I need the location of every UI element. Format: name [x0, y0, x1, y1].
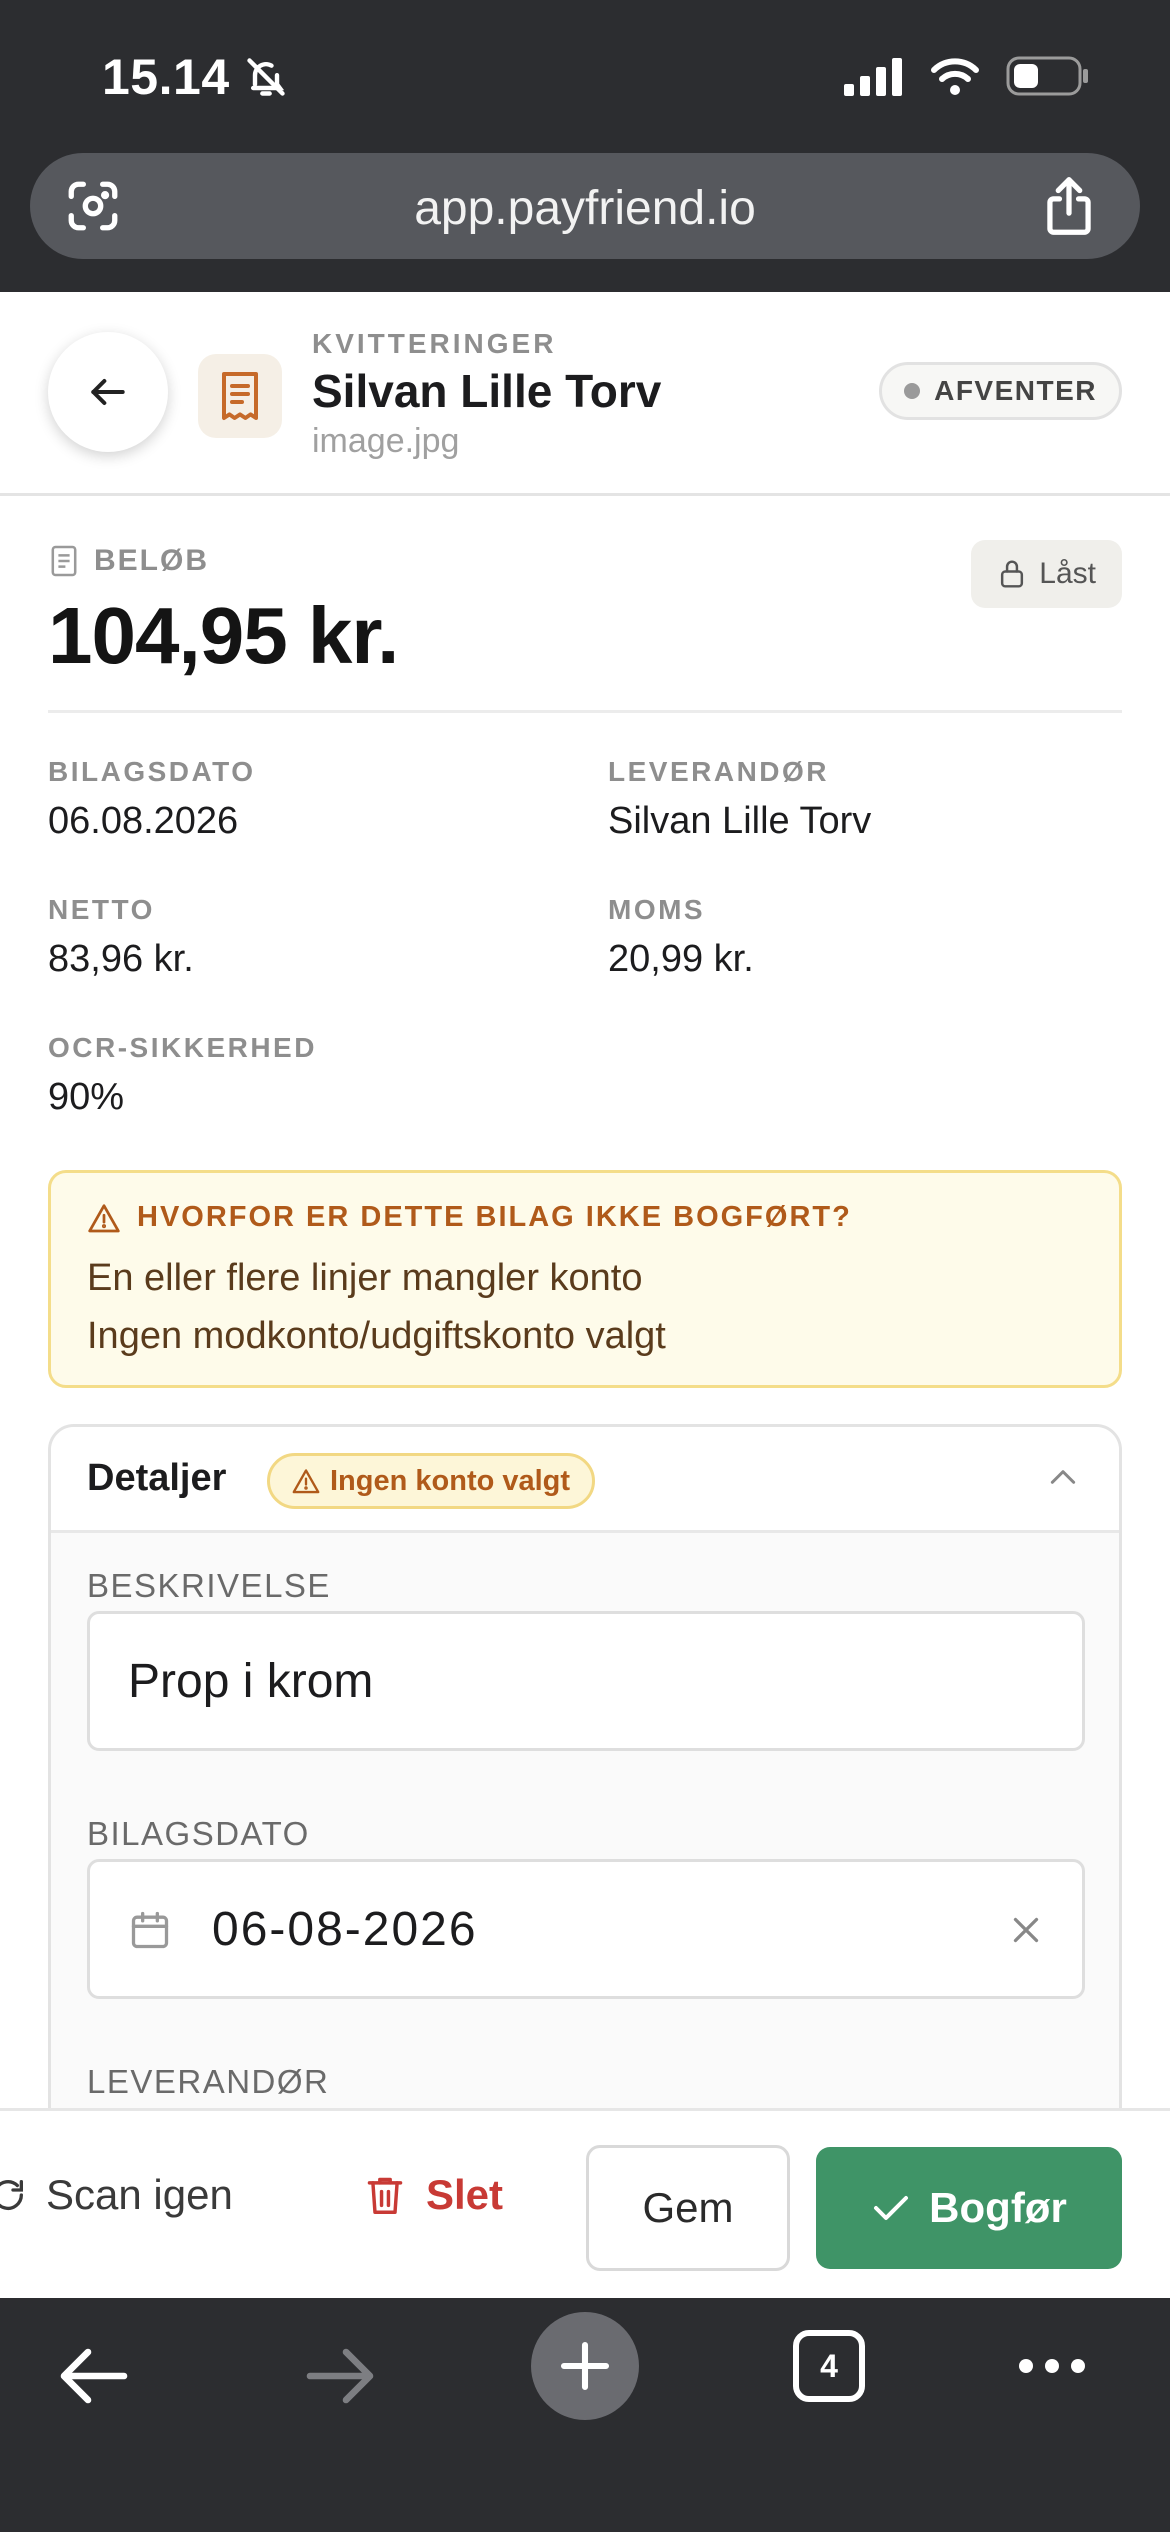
arrow-left-icon: [60, 2348, 128, 2404]
delete-label: Slet: [426, 2171, 504, 2218]
bell-muted-icon: [246, 58, 285, 96]
receipt-icon: [222, 372, 258, 420]
no-account-badge-label: Ingen konto valgt: [330, 1464, 571, 1497]
warning-icon: [292, 1469, 320, 1494]
browser-back-button[interactable]: [58, 2346, 130, 2406]
more-icon: [1019, 2359, 1085, 2373]
field-value-vat: 20,99 kr.: [608, 938, 754, 980]
tabs-button[interactable]: 4: [793, 2330, 865, 2402]
field-label-supplier: LEVERANDØR: [608, 756, 830, 787]
amount-label: BELØB: [50, 544, 209, 578]
save-button[interactable]: Gem: [586, 2145, 790, 2271]
scan-again-button[interactable]: Scan igen: [0, 2171, 233, 2219]
browser-forward-button[interactable]: [304, 2346, 376, 2406]
warning-line: Ingen modkonto/udgiftskonto valgt: [87, 1315, 666, 1357]
field-value-ocr: 90%: [48, 1076, 125, 1118]
lock-icon: [1001, 560, 1024, 588]
action-bar: Scan igen Slet Gem Bogfør: [0, 2108, 1170, 2298]
page-title: Silvan Lille Torv: [312, 365, 662, 417]
tab-count: 4: [793, 2330, 865, 2402]
status-dot: [904, 383, 921, 399]
receipt-icon-badge: [198, 354, 282, 438]
receipt-header: KVITTERINGER Silvan Lille Torv image.jpg…: [0, 292, 1170, 496]
delete-button[interactable]: Slet: [366, 2171, 503, 2219]
url-text[interactable]: app.payfriend.io: [30, 181, 1140, 236]
divider: [48, 710, 1122, 713]
url-bar[interactable]: app.payfriend.io: [30, 153, 1140, 259]
field-label-vat: MOMS: [608, 894, 706, 925]
clear-icon[interactable]: [1008, 1912, 1044, 1953]
date-input[interactable]: 06-08-2026: [87, 1859, 1085, 1999]
description-label: BESKRIVELSE: [87, 1567, 331, 1604]
more-menu-button[interactable]: [1016, 2356, 1088, 2376]
signal-icon: [844, 58, 902, 96]
locked-badge: Låst: [971, 540, 1122, 608]
file-name: image.jpg: [312, 422, 460, 460]
status-badge-label: AFVENTER: [934, 375, 1097, 406]
field-label-date: BILAGSDATO: [48, 756, 256, 787]
description-input[interactable]: Prop i krom: [87, 1611, 1085, 1751]
status-time: 15.14: [102, 48, 288, 106]
scan-again-label: Scan igen: [46, 2171, 233, 2218]
warning-title-text: HVORFOR ER DETTE BILAG IKKE BOGFØRT?: [137, 1201, 852, 1233]
status-icons: [844, 56, 1090, 96]
description-input-value: Prop i krom: [128, 1655, 374, 1708]
status-badge: AFVENTER: [879, 362, 1122, 420]
field-value-net: 83,96 kr.: [48, 938, 194, 980]
arrow-right-icon: [306, 2348, 374, 2404]
share-icon[interactable]: [1040, 175, 1098, 242]
details-header[interactable]: Detaljer Ingen konto valgt: [51, 1427, 1119, 1533]
breadcrumb[interactable]: KVITTERINGER: [312, 328, 556, 360]
browser-toolbar: 4: [0, 2298, 1170, 2532]
field-label-net: NETTO: [48, 894, 155, 925]
check-icon: [874, 2196, 909, 2220]
locked-badge-label: Låst: [1039, 557, 1096, 590]
warning-box: HVORFOR ER DETTE BILAG IKKE BOGFØRT? En …: [48, 1170, 1122, 1388]
field-value-date: 06.08.2026: [48, 800, 239, 842]
refresh-icon: [0, 2180, 24, 2211]
new-tab-button[interactable]: [531, 2312, 639, 2420]
warning-icon: [88, 1203, 120, 1232]
calendar-icon: [128, 1908, 172, 1957]
amount-label-text: BELØB: [94, 544, 209, 577]
trash-icon: [367, 2177, 403, 2214]
page-content: KVITTERINGER Silvan Lille Torv image.jpg…: [0, 292, 1170, 2108]
clock: 15.14: [102, 49, 230, 105]
no-account-badge: Ingen konto valgt: [267, 1453, 596, 1509]
field-label-ocr: OCR-SIKKERHED: [48, 1032, 317, 1063]
details-title: Detaljer: [87, 1457, 227, 1499]
arrow-left-icon: [91, 378, 125, 406]
amount-value: 104,95 kr.: [48, 591, 399, 680]
plus-icon: [560, 2341, 610, 2391]
post-label: Bogfør: [929, 2184, 1067, 2231]
warning-line: En eller flere linjer mangler konto: [87, 1257, 643, 1299]
supplier-label: LEVERANDØR: [87, 2063, 330, 2100]
wifi-icon: [931, 58, 979, 95]
chevron-up-icon[interactable]: [1047, 1465, 1079, 1494]
date-label: BILAGSDATO: [87, 1815, 310, 1852]
date-input-value: 06-08-2026: [212, 1903, 478, 1956]
back-button[interactable]: [48, 332, 168, 452]
post-button[interactable]: Bogfør: [816, 2147, 1122, 2269]
battery-icon: [1006, 56, 1088, 96]
document-icon: [51, 545, 77, 577]
status-bar: 15.14: [0, 0, 1170, 145]
field-value-supplier: Silvan Lille Torv: [608, 800, 872, 842]
details-panel: Detaljer Ingen konto valgt BESKRIVELSE P…: [48, 1424, 1122, 2108]
warning-title: HVORFOR ER DETTE BILAG IKKE BOGFØRT?: [87, 1201, 852, 1234]
